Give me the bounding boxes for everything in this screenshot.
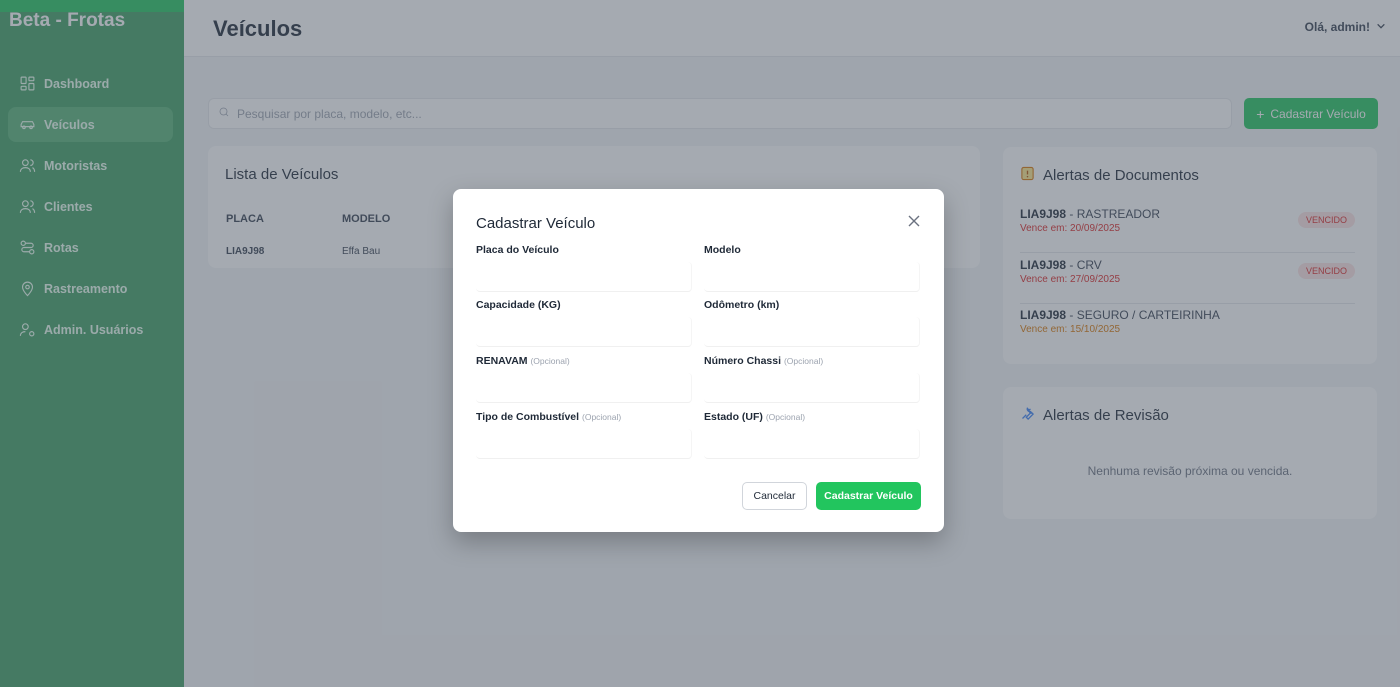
cancel-button[interactable]: Cancelar (742, 482, 807, 510)
field-label-text: Capacidade (KG) (476, 299, 561, 311)
field-label-text: Estado (UF) (704, 411, 763, 423)
field-estado: Estado (UF) (Opcional) (704, 411, 920, 459)
field-label-text: Odômetro (km) (704, 299, 780, 311)
close-icon[interactable] (906, 213, 922, 229)
field-combustivel: Tipo de Combustível (Opcional) (476, 411, 692, 459)
optional-tag: (Opcional) (765, 412, 806, 422)
modelo-input[interactable] (704, 262, 920, 292)
field-label-text: RENAVAM (476, 355, 528, 367)
field-label: Estado (UF) (Opcional) (704, 411, 920, 423)
odometro-input[interactable] (704, 317, 920, 347)
field-label: Capacidade (KG) (476, 299, 692, 311)
field-placa: Placa do Veículo (476, 244, 692, 292)
field-label: RENAVAM (Opcional) (476, 355, 692, 367)
field-label: Modelo (704, 244, 920, 256)
placa-input[interactable] (476, 262, 692, 292)
field-label-text: Tipo de Combustível (476, 411, 580, 423)
field-chassi: Número Chassi (Opcional) (704, 355, 920, 403)
modal-title: Cadastrar Veículo (476, 215, 596, 232)
submit-vehicle-button[interactable]: Cadastrar Veículo (816, 482, 921, 510)
field-modelo: Modelo (704, 244, 920, 292)
capacidade-input[interactable] (476, 317, 692, 347)
field-capacidade: Capacidade (KG) (476, 299, 692, 347)
field-label-text: Placa do Veículo (476, 244, 559, 256)
optional-tag: (Opcional) (530, 356, 570, 366)
register-vehicle-modal: Cadastrar Veículo Placa do Veículo Model… (453, 189, 944, 532)
field-renavam: RENAVAM (Opcional) (476, 355, 692, 403)
field-odometro: Odômetro (km) (704, 299, 920, 347)
field-label: Odômetro (km) (704, 299, 920, 311)
field-label: Tipo de Combustível (Opcional) (476, 411, 692, 423)
estado-select[interactable] (704, 429, 920, 459)
chassi-input[interactable] (704, 373, 920, 403)
optional-tag: (Opcional) (582, 412, 622, 422)
field-label: Placa do Veículo (476, 244, 692, 256)
field-label-text: Modelo (704, 244, 741, 256)
field-label: Número Chassi (Opcional) (704, 355, 920, 367)
optional-tag: (Opcional) (783, 356, 824, 366)
field-label-text: Número Chassi (704, 355, 782, 367)
combustivel-select[interactable] (476, 429, 692, 459)
renavam-input[interactable] (476, 373, 692, 403)
